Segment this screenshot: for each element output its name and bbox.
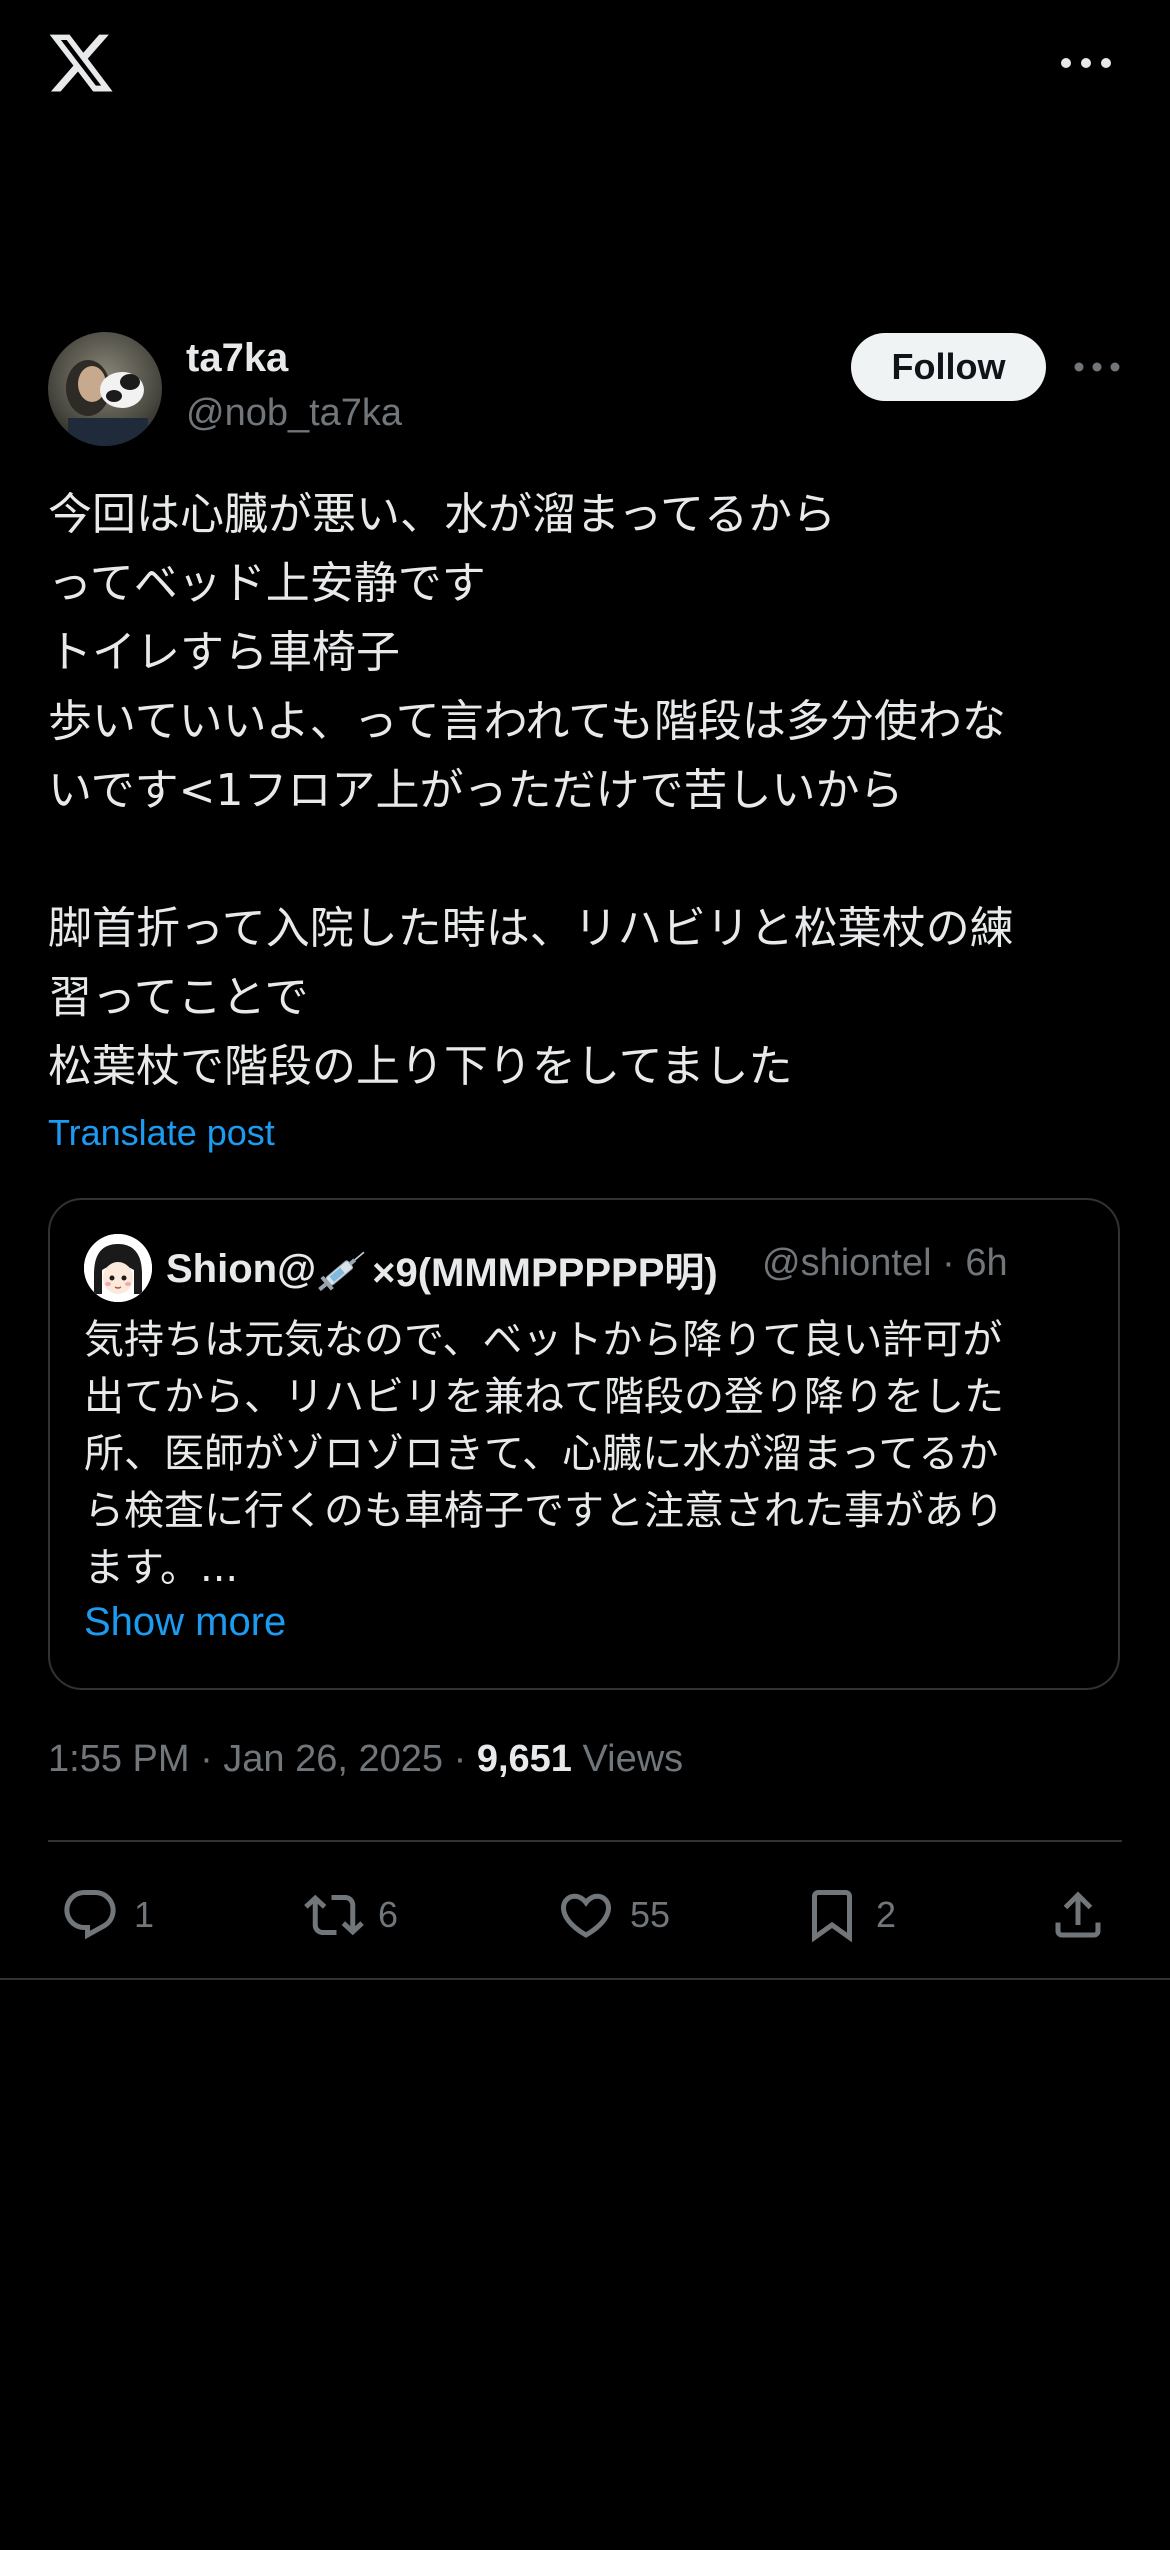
heart-icon: [560, 1893, 612, 1938]
repost-count: 6: [378, 1894, 399, 1935]
more-horizontal-icon[interactable]: [1072, 352, 1122, 382]
divider: [0, 1978, 1170, 1980]
author-display-name[interactable]: ta7ka: [186, 336, 288, 381]
reply-icon: [64, 1890, 116, 1940]
top-bar: [0, 0, 1170, 130]
bookmark-icon: [812, 1890, 852, 1943]
post-text: 今回は心臓が悪い、水が溜まってるから ってベッド上安静です トイレすら車椅子 歩…: [48, 480, 1128, 1101]
quoted-text-line: ます。...: [84, 1545, 239, 1591]
quoted-author-name-prefix: Shion@: [166, 1246, 317, 1291]
translate-post-link[interactable]: Translate post: [48, 1112, 275, 1154]
reply-count: 1: [134, 1894, 155, 1935]
share-button[interactable]: [1048, 1880, 1108, 1950]
quoted-post-time[interactable]: 6h: [965, 1242, 1007, 1284]
repost-icon: [304, 1894, 364, 1936]
repost-button[interactable]: 6: [304, 1880, 398, 1950]
share-icon: [1055, 1891, 1101, 1938]
syringe-icon: [318, 1251, 365, 1291]
show-more-link[interactable]: Show more: [84, 1600, 286, 1645]
reply-button[interactable]: 1: [60, 1880, 154, 1950]
quoted-author-handle[interactable]: @shiontel: [762, 1242, 932, 1284]
post-text-line: [48, 825, 1128, 894]
quoted-meta: @shiontel · 6h: [762, 1242, 1008, 1285]
follow-button[interactable]: Follow: [851, 333, 1046, 401]
x-logo-icon[interactable]: [46, 28, 116, 98]
quoted-author-name-suffix: ×9(MMMPPPPP明): [372, 1251, 718, 1295]
like-button[interactable]: 55: [556, 1880, 670, 1950]
post-text-line: 今回は心臓が悪い、水が溜まってるから: [48, 489, 837, 540]
quoted-post-text: 気持ちは元気なので、ベットから降りて良い許可が 出てから、リハビリを兼ねて階段の…: [84, 1312, 1094, 1597]
views-label: Views: [571, 1738, 684, 1780]
views-count: 9,651: [476, 1738, 572, 1780]
author-avatar[interactable]: [48, 332, 162, 446]
quoted-text-line: 所、医師がゾロゾロきて、心臓に水が溜まってるか: [84, 1431, 999, 1477]
bookmark-count: 2: [876, 1894, 897, 1935]
bookmark-button[interactable]: 2: [802, 1880, 896, 1950]
author-handle[interactable]: @nob_ta7ka: [186, 392, 402, 435]
post-timestamp[interactable]: 1:55 PM · Jan 26, 2025 ·: [48, 1738, 477, 1780]
post-text-line: トイレすら車椅子: [48, 627, 400, 678]
post-text-line: 習ってことで: [48, 972, 309, 1023]
post-timestamp-row: 1:55 PM · Jan 26, 2025 · 9,651 Views: [48, 1738, 683, 1781]
quoted-text-line: ら検査に行くのも車椅子ですと注意された事があり: [84, 1488, 1004, 1534]
post-text-line: 脚首折って入院した時は、リハビリと松葉杖の練: [48, 903, 1014, 954]
quoted-post[interactable]: Shion@ ×9(MMMPPPPP明) @shiontel · 6h 気持ちは…: [48, 1198, 1120, 1690]
quoted-author-name[interactable]: Shion@ ×9(MMMPPPPP明): [166, 1240, 718, 1298]
quoted-text-line: 出てから、リハビリを兼ねて階段の登り降りをした: [84, 1374, 1004, 1420]
like-count: 55: [630, 1894, 671, 1935]
quoted-author-avatar[interactable]: [84, 1234, 152, 1302]
post-text-line: ってベッド上安静です: [48, 558, 486, 609]
quoted-text-line: 気持ちは元気なので、ベットから降りて良い許可が: [84, 1317, 1003, 1363]
post-text-line: 歩いていいよ、って言われても階段は多分使わな: [48, 696, 1006, 747]
divider: [48, 1840, 1122, 1842]
more-horizontal-icon[interactable]: [1058, 45, 1114, 81]
post-text-line: いです<1フロア上がっただけで苦しいから: [48, 765, 904, 816]
post-text-line: 松葉杖で階段の上り下りをしてました: [48, 1041, 793, 1092]
quoted-meta-separator: ·: [942, 1242, 955, 1284]
